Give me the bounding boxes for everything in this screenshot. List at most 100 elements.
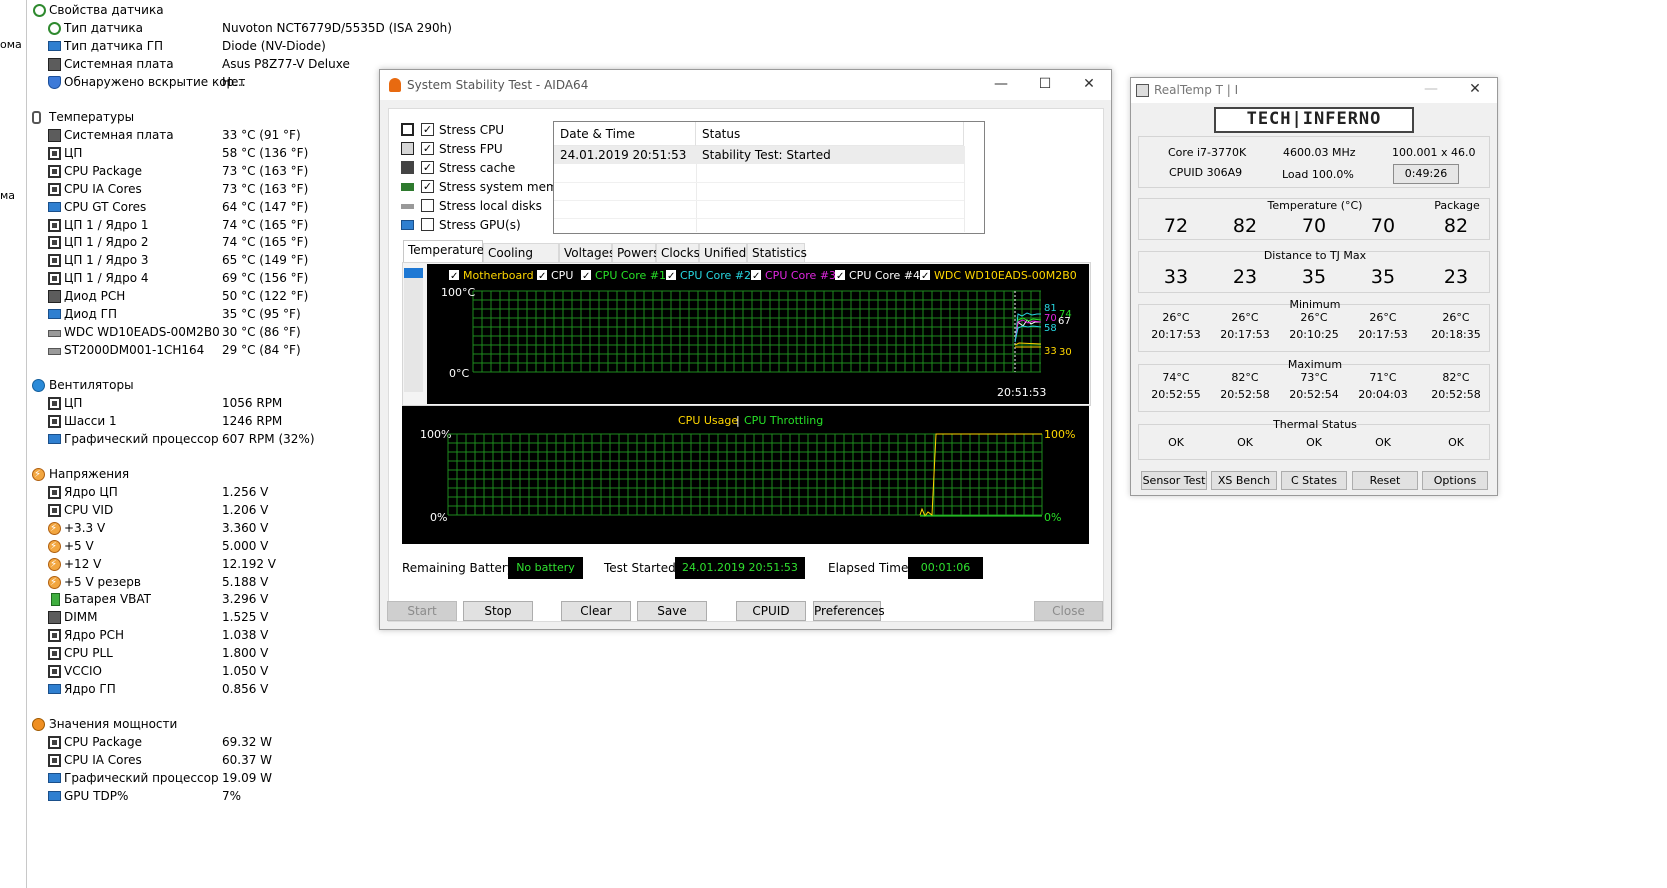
sensor-label: Диод PCH: [64, 289, 126, 304]
max-time: 20:52:54: [1289, 388, 1339, 401]
time-label: 20:51:53: [997, 386, 1046, 399]
stability-client-area: ✓ Stress CPU ✓ Stress FPU ✓ Stress cache…: [388, 108, 1104, 622]
min-time: 20:17:53: [1358, 328, 1408, 341]
sensor-label: Диод ГП: [64, 307, 117, 321]
column-header-status[interactable]: Status: [696, 122, 964, 146]
stress-checkbox[interactable]: ✓: [421, 123, 434, 136]
current-value-readout: 33: [1044, 346, 1057, 357]
section-title: Свойства датчика: [49, 3, 164, 17]
event-log-table[interactable]: Date & Time Status 24.01.2019 20:51:53 S…: [553, 121, 985, 234]
legend-item: Motherboard: [463, 269, 534, 282]
max-temp: 71°C: [1369, 371, 1397, 384]
c-states-button[interactable]: C States: [1281, 471, 1347, 490]
sensor-label: CPU VID: [64, 502, 114, 517]
minimum-panel: Minimum 26°C 20:17:53 26°C 20:17:53 26°C 20:1…: [1138, 298, 1490, 352]
sensor-label: ST2000DM001-1CH164: [64, 342, 205, 357]
grid-line: [696, 146, 697, 232]
preferences-button[interactable]: Preferences: [813, 601, 885, 621]
sensor-test-button[interactable]: Sensor Test: [1141, 471, 1207, 490]
thermal-status-title: Thermal Status: [1273, 418, 1357, 431]
maximum-panel: Maximum 74°C 20:52:55 82°C 20:52:58 73°C 20:5…: [1138, 358, 1490, 412]
elapsed-time-value: 00:01:06: [908, 557, 983, 579]
box-icon: [48, 753, 61, 767]
sensor-value: 74 °C (165 °F): [222, 235, 309, 250]
sensor-value: 3.360 V: [222, 520, 269, 535]
clear-button[interactable]: Clear: [561, 601, 631, 621]
checkmark-icon: ✓: [752, 271, 760, 282]
checkmark-icon: ✓: [582, 271, 590, 282]
close-icon[interactable]: ✕: [1453, 78, 1497, 103]
y-axis-top-right: 100%: [1044, 428, 1075, 441]
sensor-label: ЦП 1 / Ядро 1: [64, 217, 149, 232]
box-icon: [48, 486, 61, 499]
tab-statistics[interactable]: Statistics: [747, 243, 807, 262]
tab-voltages[interactable]: Voltages: [559, 243, 615, 262]
reset-button[interactable]: Reset: [1352, 471, 1418, 490]
sensor-value: 74 °C (165 °F): [222, 217, 309, 232]
sensor-label: WDC WD10EADS-00M2B0: [64, 324, 220, 339]
tab-clocks[interactable]: Clocks: [656, 243, 700, 262]
max-time: 20:52:55: [1151, 388, 1201, 401]
min-temp: 26°C: [1369, 311, 1397, 324]
run-timer[interactable]: 0:49:26: [1393, 164, 1459, 184]
monitor-icon: [48, 790, 61, 801]
sensor-value: 64 °C (147 °F): [222, 199, 309, 214]
sensor-value: 1.800 V: [222, 646, 269, 661]
stress-checkbox[interactable]: [421, 218, 434, 231]
sensor-label: Тип датчика: [64, 21, 143, 35]
tab-unified[interactable]: Unified: [699, 243, 747, 262]
sensor-value: 35 °C (95 °F): [222, 307, 301, 321]
sensor-label: Ядро PCH: [64, 628, 125, 643]
sensor-value: 3.296 V: [222, 592, 269, 607]
checkmark-icon: ✓: [538, 271, 546, 282]
minimize-icon[interactable]: —: [979, 70, 1023, 100]
temperature-panel: Temperature (°C) Package 72 82 70 70 82: [1138, 198, 1490, 240]
close-button[interactable]: Close: [1034, 601, 1103, 621]
start-button[interactable]: Start: [387, 601, 457, 621]
stress-checkbox[interactable]: [421, 199, 434, 212]
max-temp: 74°C: [1162, 371, 1190, 384]
xs-bench-button[interactable]: XS Bench: [1211, 471, 1277, 490]
legend-item: CPU Core #1: [595, 269, 666, 282]
graph-scrollbar[interactable]: [404, 268, 423, 392]
minimize-icon[interactable]: —: [1409, 78, 1453, 103]
y-axis-bottom-right: 0%: [1044, 511, 1061, 524]
options-button[interactable]: Options: [1422, 471, 1488, 490]
min-time: 20:17:53: [1220, 328, 1270, 341]
sensor-value: 60.37 W: [222, 752, 273, 767]
tab-cooling-fans[interactable]: Cooling Fans: [483, 243, 559, 279]
sensor-value: Нет: [222, 75, 246, 89]
tab-temperatures[interactable]: Temperatures: [403, 240, 490, 262]
volt-icon: [48, 519, 61, 538]
title-bar[interactable]: System Stability Test - AIDA64 — ☐ ✕: [380, 70, 1111, 100]
stress-checkbox[interactable]: ✓: [421, 161, 434, 174]
cpu-usage-graph-svg: CPU Usage | CPU Throttling 100% 0% 100% …: [420, 414, 1075, 524]
scrollbar-thumb[interactable]: [404, 268, 423, 278]
save-button[interactable]: Save: [637, 601, 707, 621]
title-separator: |: [736, 414, 740, 427]
max-temp: 73°C: [1300, 371, 1328, 384]
temperature-graph-panel: ✓ Motherboard ✓ CPU ✓ CPU Core #1 ✓ CPU Core #2…: [402, 262, 1091, 406]
box-icon: [48, 182, 61, 196]
stop-button[interactable]: Stop: [463, 601, 533, 621]
box-icon: [48, 164, 61, 178]
tab-powers[interactable]: Powers: [612, 243, 660, 262]
column-header-date[interactable]: Date & Time: [554, 122, 696, 146]
stress-checkbox[interactable]: ✓: [421, 142, 434, 155]
sensor-label: Шасси 1: [64, 413, 117, 428]
grid-line: [554, 218, 964, 219]
stress-checkbox[interactable]: ✓: [421, 180, 434, 193]
sensor-value: 1056 RPM: [222, 396, 283, 410]
sensor-label: CPU GT Cores: [64, 199, 147, 214]
cpuid: CPUID 306A9: [1169, 166, 1243, 179]
table-row[interactable]: 24.01.2019 20:51:53 Stability Test: Star…: [554, 146, 964, 164]
cpu-info-panel: Core i7-3770K 4600.03 MHz 100.001 x 46.0…: [1138, 136, 1490, 188]
close-icon[interactable]: ✕: [1067, 70, 1111, 100]
checkmark-icon: ✓: [921, 271, 929, 282]
sensor-label: Системная плата: [64, 128, 174, 142]
sensor-value: 5.188 V: [222, 574, 269, 589]
title-bar[interactable]: RealTemp T | I — ✕: [1131, 78, 1497, 103]
temperature-graph: ✓ Motherboard ✓ CPU ✓ CPU Core #1 ✓ CPU Core #2…: [427, 264, 1089, 404]
cpuid-button[interactable]: CPUID: [736, 601, 806, 621]
maximize-icon[interactable]: ☐: [1023, 70, 1067, 100]
